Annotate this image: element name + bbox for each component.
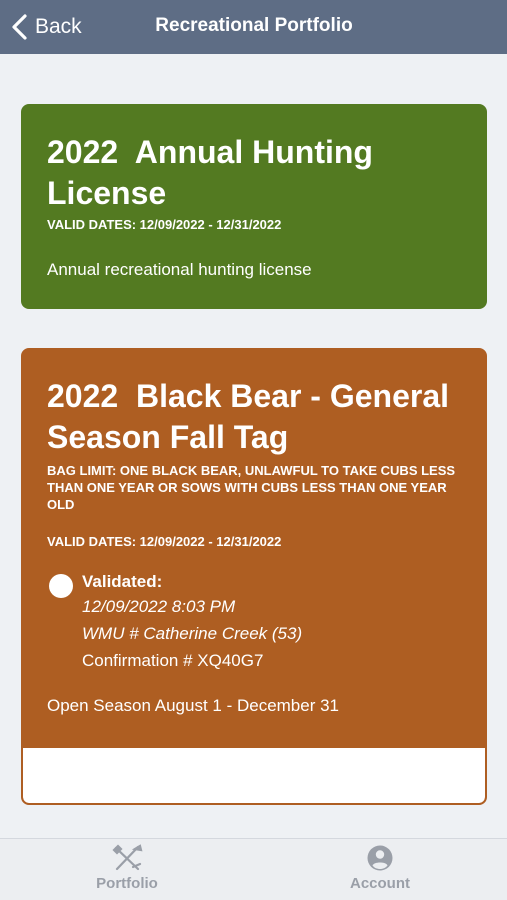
tab-portfolio[interactable]: Portfolio: [47, 839, 207, 900]
validation-block: Validated: 12/09/2022 8:03 PM WMU # Cath…: [47, 571, 461, 674]
tab-account[interactable]: Account: [300, 839, 460, 900]
tag-card-footer: [23, 748, 485, 803]
black-bear-tag-card[interactable]: 2022 Black Bear - General Season Fall Ta…: [21, 348, 487, 805]
license-valid-dates: VALID DATES: 12/09/2022 - 12/31/2022: [47, 217, 282, 232]
account-circle-icon: [367, 845, 393, 871]
tag-valid-dates: VALID DATES: 12/09/2022 - 12/31/2022: [47, 534, 282, 549]
hunting-license-card[interactable]: 2022 Annual Hunting License VALID DATES:…: [21, 104, 487, 309]
confirmation-number: Confirmation # XQ40G7: [82, 651, 264, 670]
validated-radio-icon: [49, 574, 73, 598]
bottom-tab-bar: Portfolio Account: [0, 838, 507, 900]
wmu-text: WMU # Catherine Creek (53): [82, 624, 303, 643]
top-nav-bar: Back Recreational Portfolio: [0, 0, 507, 54]
tab-account-label: Account: [350, 875, 410, 892]
page-title: Recreational Portfolio: [155, 15, 353, 36]
tag-title: 2022 Black Bear - General Season Fall Ta…: [47, 378, 458, 455]
crossed-tools-icon: [112, 844, 143, 871]
tab-portfolio-label: Portfolio: [96, 875, 158, 892]
license-title: 2022 Annual Hunting License: [47, 134, 382, 211]
validated-label: Validated:: [82, 572, 163, 591]
validated-datetime: 12/09/2022 8:03 PM: [82, 597, 236, 616]
open-season-text: Open Season August 1 - December 31: [47, 696, 340, 715]
bag-limit-text: BAG LIMIT: ONE BLACK BEAR, UNLAWFUL TO T…: [47, 463, 456, 512]
license-description: Annual recreational hunting license: [47, 260, 312, 279]
